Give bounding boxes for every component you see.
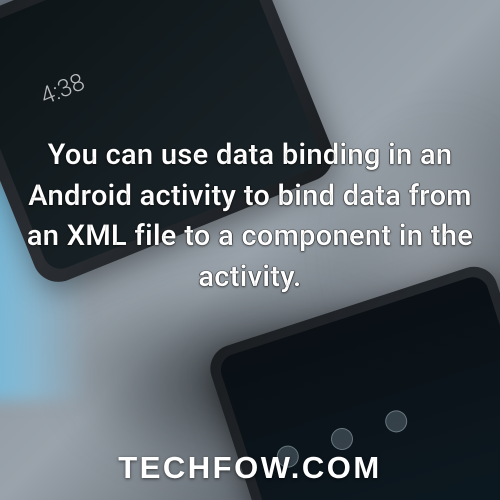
main-quote-text: You can use data binding in an Android a… [20,135,480,297]
watermark-text: TECHFOW.COM [0,450,500,486]
